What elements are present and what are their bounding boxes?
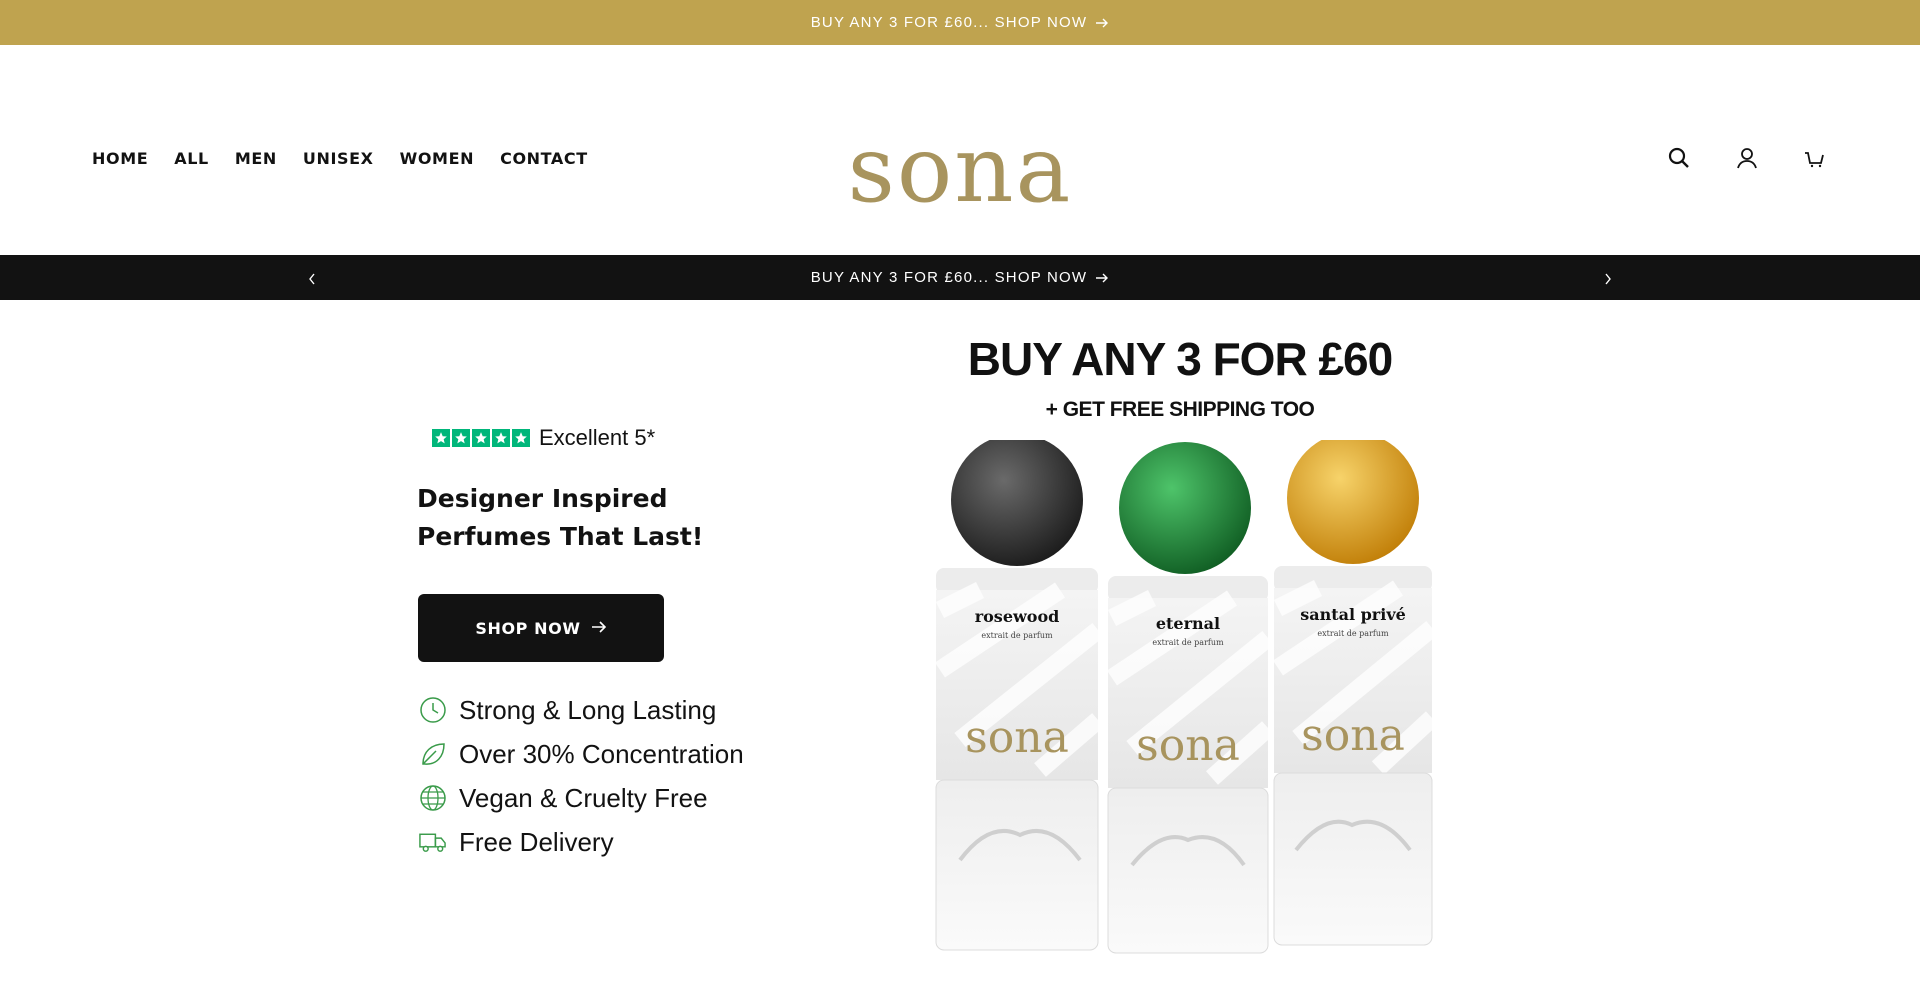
svg-text:extrait de parfum: extrait de parfum: [981, 631, 1053, 640]
feature-item: Strong & Long Lasting: [418, 688, 744, 732]
chevron-right-icon[interactable]: [1596, 267, 1620, 291]
svg-text:sona: sona: [1301, 710, 1405, 761]
star-icon: [512, 429, 530, 447]
bottle-santal-prive: santal privé extrait de parfum sona: [1273, 440, 1439, 946]
promo-banner[interactable]: BUY ANY 3 FOR £60 + GET FREE SHIPPING TO…: [920, 320, 1440, 960]
perfume-bottles-image: rosewood extrait de parfum sona eternal …: [935, 440, 1439, 954]
feature-label: Strong & Long Lasting: [459, 694, 717, 725]
bottle-santal-prive-label: santal privé: [1300, 605, 1406, 624]
cart-icon[interactable]: [1802, 145, 1828, 171]
leaf-icon: [418, 740, 447, 769]
arrow-right-icon: [591, 619, 607, 638]
bottle-rosewood-label: rosewood: [975, 607, 1060, 626]
feature-item: Over 30% Concentration: [418, 732, 744, 776]
globe-icon: [418, 784, 447, 813]
site-logo[interactable]: sona: [830, 115, 1090, 225]
nav-women[interactable]: WOMEN: [400, 149, 475, 168]
nav-contact[interactable]: CONTACT: [500, 149, 588, 168]
feature-label: Vegan & Cruelty Free: [459, 782, 708, 813]
svg-text:extrait de parfum: extrait de parfum: [1317, 629, 1389, 638]
bottle-rosewood: rosewood extrait de parfum sona: [935, 440, 1104, 951]
feature-item: Free Delivery: [418, 820, 744, 864]
logo-text[interactable]: sona: [848, 124, 1073, 216]
top-promo-text[interactable]: BUY ANY 3 FOR £60... SHOP NOW: [811, 14, 1088, 31]
site-header: HOME ALL MEN UNISEX WOMEN CONTACT sona: [0, 45, 1920, 255]
account-icon[interactable]: [1734, 145, 1760, 171]
arrow-right-icon: [1095, 17, 1109, 29]
main-nav: HOME ALL MEN UNISEX WOMEN CONTACT: [92, 149, 588, 168]
svg-text:extrait de parfum: extrait de parfum: [1152, 638, 1224, 647]
delivery-truck-icon: [418, 828, 447, 857]
star-icon: [472, 429, 490, 447]
search-icon[interactable]: [1666, 145, 1692, 171]
shop-now-button[interactable]: SHOP NOW: [418, 594, 664, 662]
nav-men[interactable]: MEN: [235, 149, 277, 168]
star-icon: [432, 429, 450, 447]
hero-headline: Designer Inspired Perfumes That Last!: [417, 484, 704, 551]
star-icon: [452, 429, 470, 447]
bottle-eternal-label: eternal: [1156, 614, 1220, 633]
header-actions: [1666, 145, 1828, 171]
feature-label: Free Delivery: [459, 826, 614, 857]
nav-all[interactable]: ALL: [174, 149, 209, 168]
arrow-right-icon: [1095, 272, 1109, 284]
clock-icon: [418, 696, 447, 725]
bottle-eternal: eternal extrait de parfum sona: [1107, 442, 1274, 954]
star-icon: [492, 429, 510, 447]
star-rating: [432, 429, 530, 447]
shop-now-label[interactable]: SHOP NOW: [475, 619, 580, 638]
nav-unisex[interactable]: UNISEX: [303, 149, 374, 168]
top-promo-bar[interactable]: BUY ANY 3 FOR £60... SHOP NOW: [0, 0, 1920, 45]
announcement-text[interactable]: BUY ANY 3 FOR £60... SHOP NOW: [811, 269, 1088, 286]
nav-home[interactable]: HOME: [92, 149, 148, 168]
feature-label: Over 30% Concentration: [459, 738, 744, 769]
rating-text: Excellent 5*: [539, 425, 656, 450]
chevron-left-icon[interactable]: [300, 267, 324, 291]
svg-text:sona: sona: [965, 712, 1069, 763]
announcement-bar: BUY ANY 3 FOR £60... SHOP NOW: [0, 255, 1920, 300]
feature-item: Vegan & Cruelty Free: [418, 776, 744, 820]
trustpilot-rating: Excellent 5*: [432, 425, 655, 451]
svg-text:sona: sona: [1136, 720, 1240, 771]
feature-list: Strong & Long Lasting Over 30% Concentra…: [418, 688, 744, 864]
promo-subtitle: + GET FREE SHIPPING TOO: [1045, 398, 1315, 421]
promo-title: BUY ANY 3 FOR £60: [967, 333, 1393, 385]
